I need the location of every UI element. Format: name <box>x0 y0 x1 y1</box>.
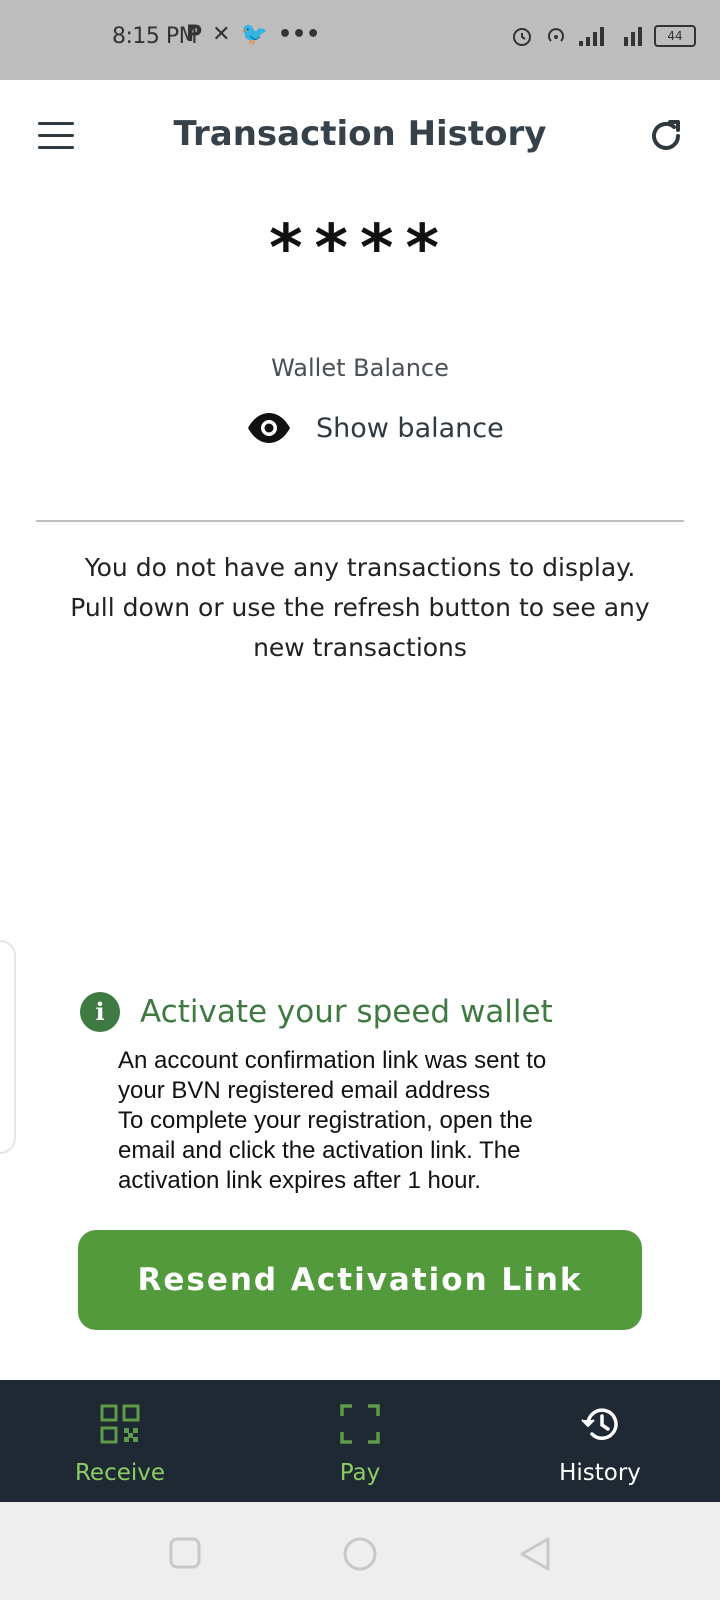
info-icon: i <box>80 992 120 1032</box>
empty-transactions-message: You do not have any transactions to disp… <box>70 553 650 662</box>
status-bar: 8:15 PM P ✕ 🐦 ••• 44 <box>0 0 720 80</box>
nav-receive[interactable]: Receive <box>20 1380 220 1502</box>
system-status-icons: 44 <box>510 24 696 48</box>
page-title: Transaction History <box>173 114 547 154</box>
nav-pay[interactable]: Pay <box>260 1380 460 1502</box>
recents-button-icon[interactable] <box>168 1536 202 1570</box>
more-dots-icon: ••• <box>277 22 321 47</box>
nav-pay-label: Pay <box>339 1460 381 1486</box>
nav-history-label: History <box>559 1460 641 1486</box>
status-time: 8:15 PM <box>112 24 198 49</box>
refresh-icon[interactable] <box>646 116 686 156</box>
signal-icon <box>579 27 604 46</box>
x-icon: ✕ <box>212 22 231 47</box>
twitter-icon: 🐦 <box>240 22 268 47</box>
hotspot-icon <box>548 28 564 42</box>
signal-4g-icon <box>624 27 642 46</box>
activation-line: email and click the activation link. The <box>118 1137 521 1164</box>
nav-receive-label: Receive <box>74 1460 166 1486</box>
activation-line: To complete your registration, open the <box>118 1107 533 1134</box>
side-drawer-handle[interactable] <box>0 940 16 1154</box>
p-icon: P <box>186 22 203 47</box>
battery-icon: 44 <box>654 25 696 47</box>
show-balance-label: Show balance <box>316 412 504 444</box>
nav-history[interactable]: History <box>500 1380 700 1502</box>
activation-message: An account confirmation link was sent to… <box>118 1046 640 1196</box>
history-icon <box>581 1408 618 1440</box>
activation-notice: i Activate your speed wallet An account … <box>80 992 640 1196</box>
resend-activation-button[interactable]: Resend Activation Link <box>78 1230 642 1330</box>
alarm-icon <box>513 28 531 46</box>
masked-balance: **** <box>269 212 451 286</box>
divider <box>36 520 684 522</box>
back-button-icon[interactable] <box>518 1536 552 1572</box>
wallet-balance-label: Wallet Balance <box>271 354 449 382</box>
scan-icon <box>340 1404 380 1444</box>
notification-icons: P ✕ 🐦 ••• <box>186 22 320 47</box>
activation-line: your BVN registered email address <box>118 1077 491 1104</box>
qr-code-icon <box>100 1404 140 1444</box>
home-button-icon[interactable] <box>342 1536 378 1572</box>
activation-title: Activate your speed wallet <box>140 994 553 1030</box>
activation-line: An account confirmation link was sent to <box>118 1047 547 1074</box>
show-balance-toggle[interactable]: Show balance <box>246 412 504 444</box>
app-header: Transaction History <box>0 80 720 192</box>
bottom-navigation: Receive Pay History <box>0 1380 720 1502</box>
activation-line: activation link expires after 1 hour. <box>118 1167 481 1194</box>
eye-icon <box>248 413 290 443</box>
system-navigation-bar <box>0 1502 720 1600</box>
